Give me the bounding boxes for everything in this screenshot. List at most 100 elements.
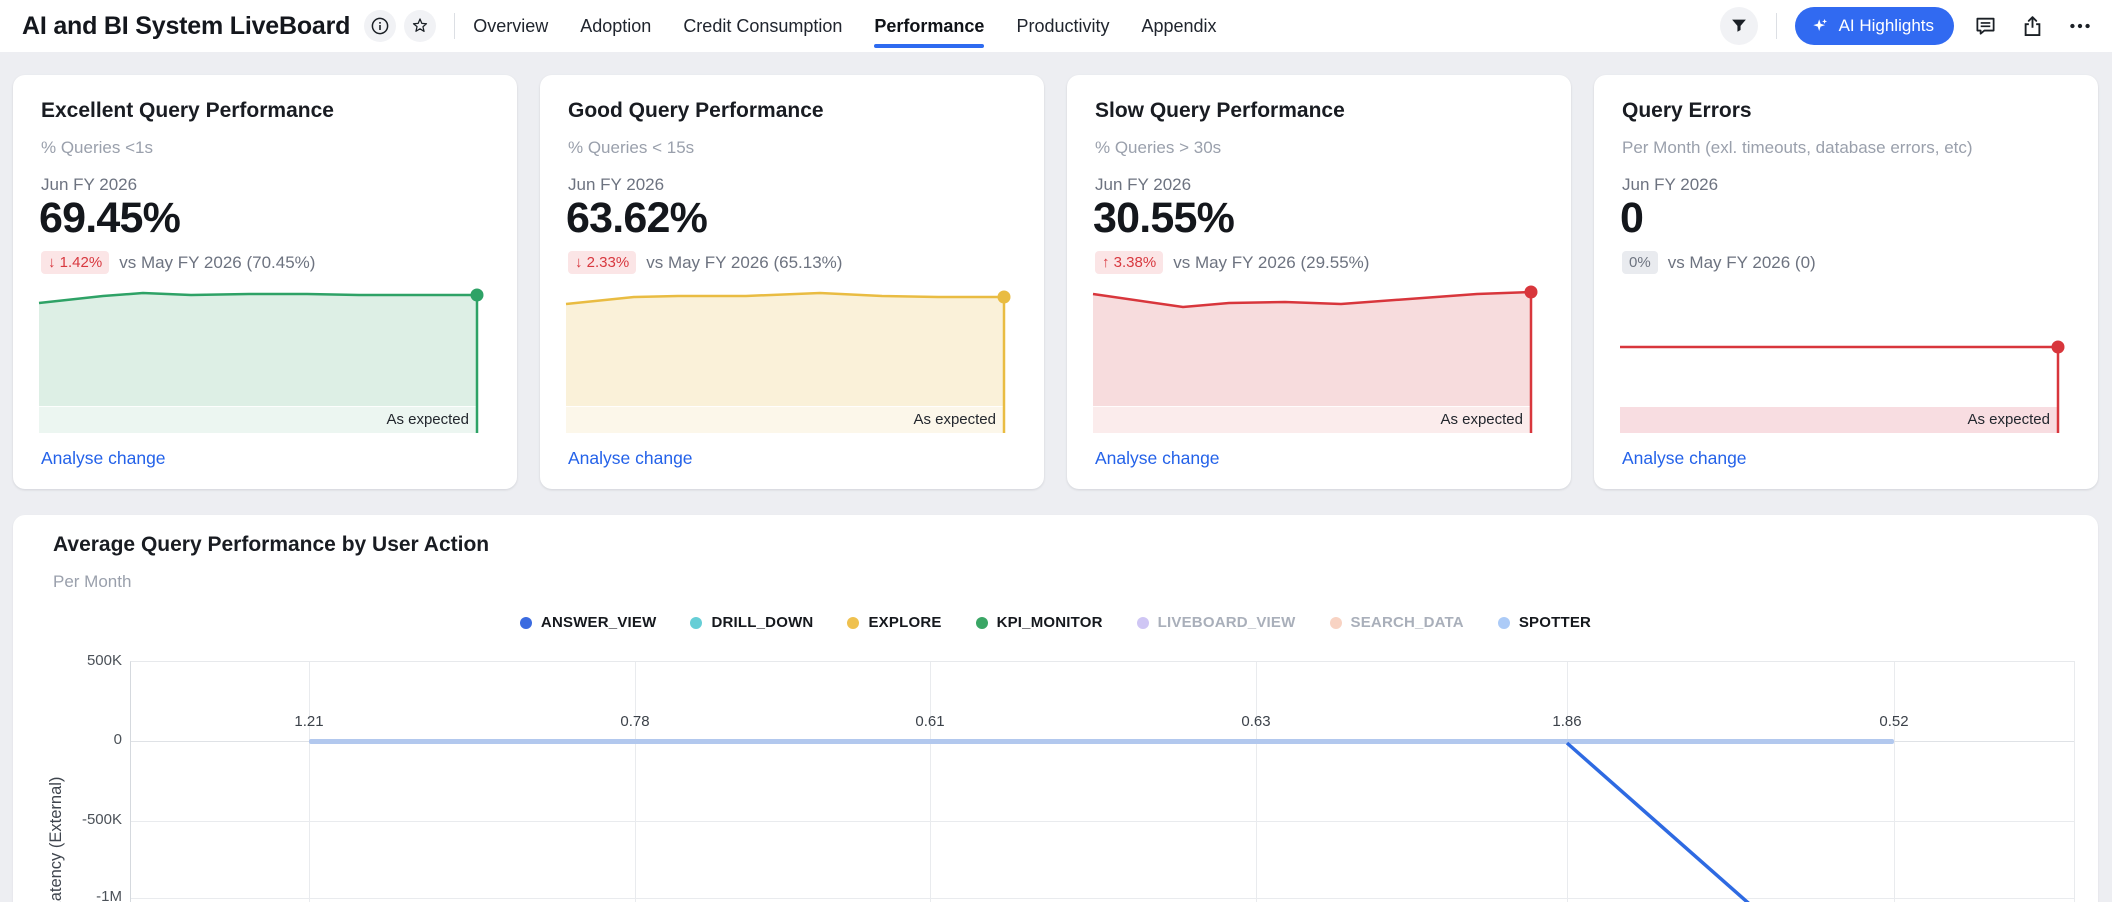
chart-legend: ANSWER_VIEW DRILL_DOWN EXPLORE KPI_MONIT… [13, 614, 2098, 631]
legend-dot [1137, 617, 1149, 629]
info-icon[interactable] [364, 10, 396, 42]
kpi-card-query-errors: Query Errors Per Month (exl. timeouts, d… [1594, 75, 2098, 489]
delta-value: 1.42% [60, 254, 103, 271]
kpi-value: 63.62% [566, 194, 707, 243]
chart-subtitle: Per Month [53, 572, 131, 592]
y-tick-neg1m: -1M [13, 888, 122, 902]
header-left: AI and BI System LiveBoard Overview Adop… [16, 0, 1217, 52]
tab-appendix[interactable]: Appendix [1142, 0, 1217, 52]
point-label: 1.86 [1552, 713, 1581, 730]
kpi-value: 30.55% [1093, 194, 1234, 243]
delta-arrow-icon: ↓ [575, 254, 583, 271]
kpi-title: Query Errors [1622, 99, 1752, 123]
legend-item-explore[interactable]: EXPLORE [847, 614, 941, 631]
comment-icon-glyph [1973, 14, 1998, 39]
filter-icon[interactable] [1720, 7, 1758, 45]
kpi-value: 0 [1620, 194, 1643, 243]
delta-value: 0% [1629, 254, 1651, 271]
share-icon[interactable] [2017, 11, 2048, 42]
kpi-title: Good Query Performance [568, 99, 824, 123]
kpi-title: Excellent Query Performance [41, 99, 334, 123]
sparkle-icon [1810, 16, 1830, 36]
comment-icon[interactable] [1970, 11, 2001, 42]
point-label: 0.61 [915, 713, 944, 730]
kpi-card-excellent-query-performance: Excellent Query Performance % Queries <1… [13, 75, 517, 489]
legend-dot [1498, 617, 1510, 629]
band-label: As expected [1967, 411, 2050, 428]
delta-value: 3.38% [1114, 254, 1157, 271]
analyse-change-link[interactable]: Analyse change [568, 448, 693, 469]
legend-label: SEARCH_DATA [1351, 614, 1464, 631]
kpi-delta-row: ↓ 2.33% vs May FY 2026 (65.13%) [568, 251, 842, 274]
y-tick-0: 0 [13, 731, 122, 748]
legend-label: ANSWER_VIEW [541, 614, 657, 631]
main-chart-card: Average Query Performance by User Action… [13, 515, 2098, 902]
legend-item-drill-down[interactable]: DRILL_DOWN [690, 614, 813, 631]
legend-item-kpi-monitor[interactable]: KPI_MONITOR [976, 614, 1103, 631]
legend-dot [690, 617, 702, 629]
ai-highlights-button[interactable]: AI Highlights [1795, 7, 1954, 45]
kpi-comparison: vs May FY 2026 (70.45%) [119, 253, 315, 273]
kpi-period: Jun FY 2026 [568, 175, 664, 195]
favorite-star-icon[interactable] [404, 10, 436, 42]
answer-view-series-line [131, 662, 2076, 902]
ai-highlights-label: AI Highlights [1839, 16, 1934, 36]
legend-dot [976, 617, 988, 629]
kpi-subtitle: % Queries > 30s [1095, 138, 1221, 158]
delta-value: 2.33% [587, 254, 630, 271]
tab-performance[interactable]: Performance [874, 0, 984, 52]
tab-adoption[interactable]: Adoption [580, 0, 651, 52]
kpi-subtitle: % Queries <1s [41, 138, 153, 158]
kpi-period: Jun FY 2026 [1095, 175, 1191, 195]
band-label: As expected [386, 411, 469, 428]
kpi-delta-row: 0% vs May FY 2026 (0) [1622, 251, 1816, 274]
band-label: As expected [1440, 411, 1523, 428]
kpi-card-row: Excellent Query Performance % Queries <1… [13, 75, 2098, 489]
kpi-sparkline: As expected [1093, 283, 1545, 433]
kpi-sparkline: As expected [566, 283, 1018, 433]
chart-title: Average Query Performance by User Action [53, 533, 489, 557]
star-icon-glyph [410, 16, 430, 36]
y-tick-500k: 500K [13, 652, 122, 669]
header-actions: AI Highlights [1720, 7, 2096, 45]
point-label: 1.21 [294, 713, 323, 730]
legend-item-liveboard-view[interactable]: LIVEBOARD_VIEW [1137, 614, 1296, 631]
kpi-delta-badge: ↑ 3.38% [1095, 251, 1163, 274]
tab-overview[interactable]: Overview [473, 0, 548, 52]
point-label: 0.63 [1241, 713, 1270, 730]
kpi-comparison: vs May FY 2026 (29.55%) [1173, 253, 1369, 273]
tab-productivity[interactable]: Productivity [1016, 0, 1109, 52]
header-divider [454, 13, 455, 39]
ellipsis-icon-glyph [2067, 13, 2093, 39]
legend-item-search-data[interactable]: SEARCH_DATA [1330, 614, 1464, 631]
kpi-delta-badge: ↓ 1.42% [41, 251, 109, 274]
analyse-change-link[interactable]: Analyse change [41, 448, 166, 469]
legend-label: EXPLORE [868, 614, 941, 631]
legend-item-answer-view[interactable]: ANSWER_VIEW [520, 614, 657, 631]
kpi-period: Jun FY 2026 [41, 175, 137, 195]
legend-label: KPI_MONITOR [997, 614, 1103, 631]
legend-item-spotter[interactable]: SPOTTER [1498, 614, 1591, 631]
page-title: AI and BI System LiveBoard [22, 12, 350, 41]
kpi-comparison: vs May FY 2026 (65.13%) [646, 253, 842, 273]
analyse-change-link[interactable]: Analyse change [1095, 448, 1220, 469]
y-axis-label: Query Latency (External) [47, 755, 66, 902]
kpi-delta-row: ↑ 3.38% vs May FY 2026 (29.55%) [1095, 251, 1369, 274]
kpi-period: Jun FY 2026 [1622, 175, 1718, 195]
kpi-title: Slow Query Performance [1095, 99, 1345, 123]
legend-dot [847, 617, 859, 629]
tab-bar: Overview Adoption Credit Consumption Per… [473, 0, 1216, 52]
point-label: 0.52 [1879, 713, 1908, 730]
legend-label: LIVEBOARD_VIEW [1158, 614, 1296, 631]
tab-credit-consumption[interactable]: Credit Consumption [683, 0, 842, 52]
kpi-card-slow-query-performance: Slow Query Performance % Queries > 30s J… [1067, 75, 1571, 489]
chart-plot-area: 1.21 0.78 0.61 0.63 1.86 0.52 [130, 661, 2075, 902]
more-options-icon[interactable] [2064, 10, 2096, 42]
kpi-card-good-query-performance: Good Query Performance % Queries < 15s J… [540, 75, 1044, 489]
kpi-delta-badge: 0% [1622, 251, 1658, 274]
kpi-subtitle: % Queries < 15s [568, 138, 694, 158]
analyse-change-link[interactable]: Analyse change [1622, 448, 1747, 469]
actions-divider [1776, 13, 1777, 39]
kpi-delta-badge: ↓ 2.33% [568, 251, 636, 274]
info-icon-glyph [370, 16, 390, 36]
